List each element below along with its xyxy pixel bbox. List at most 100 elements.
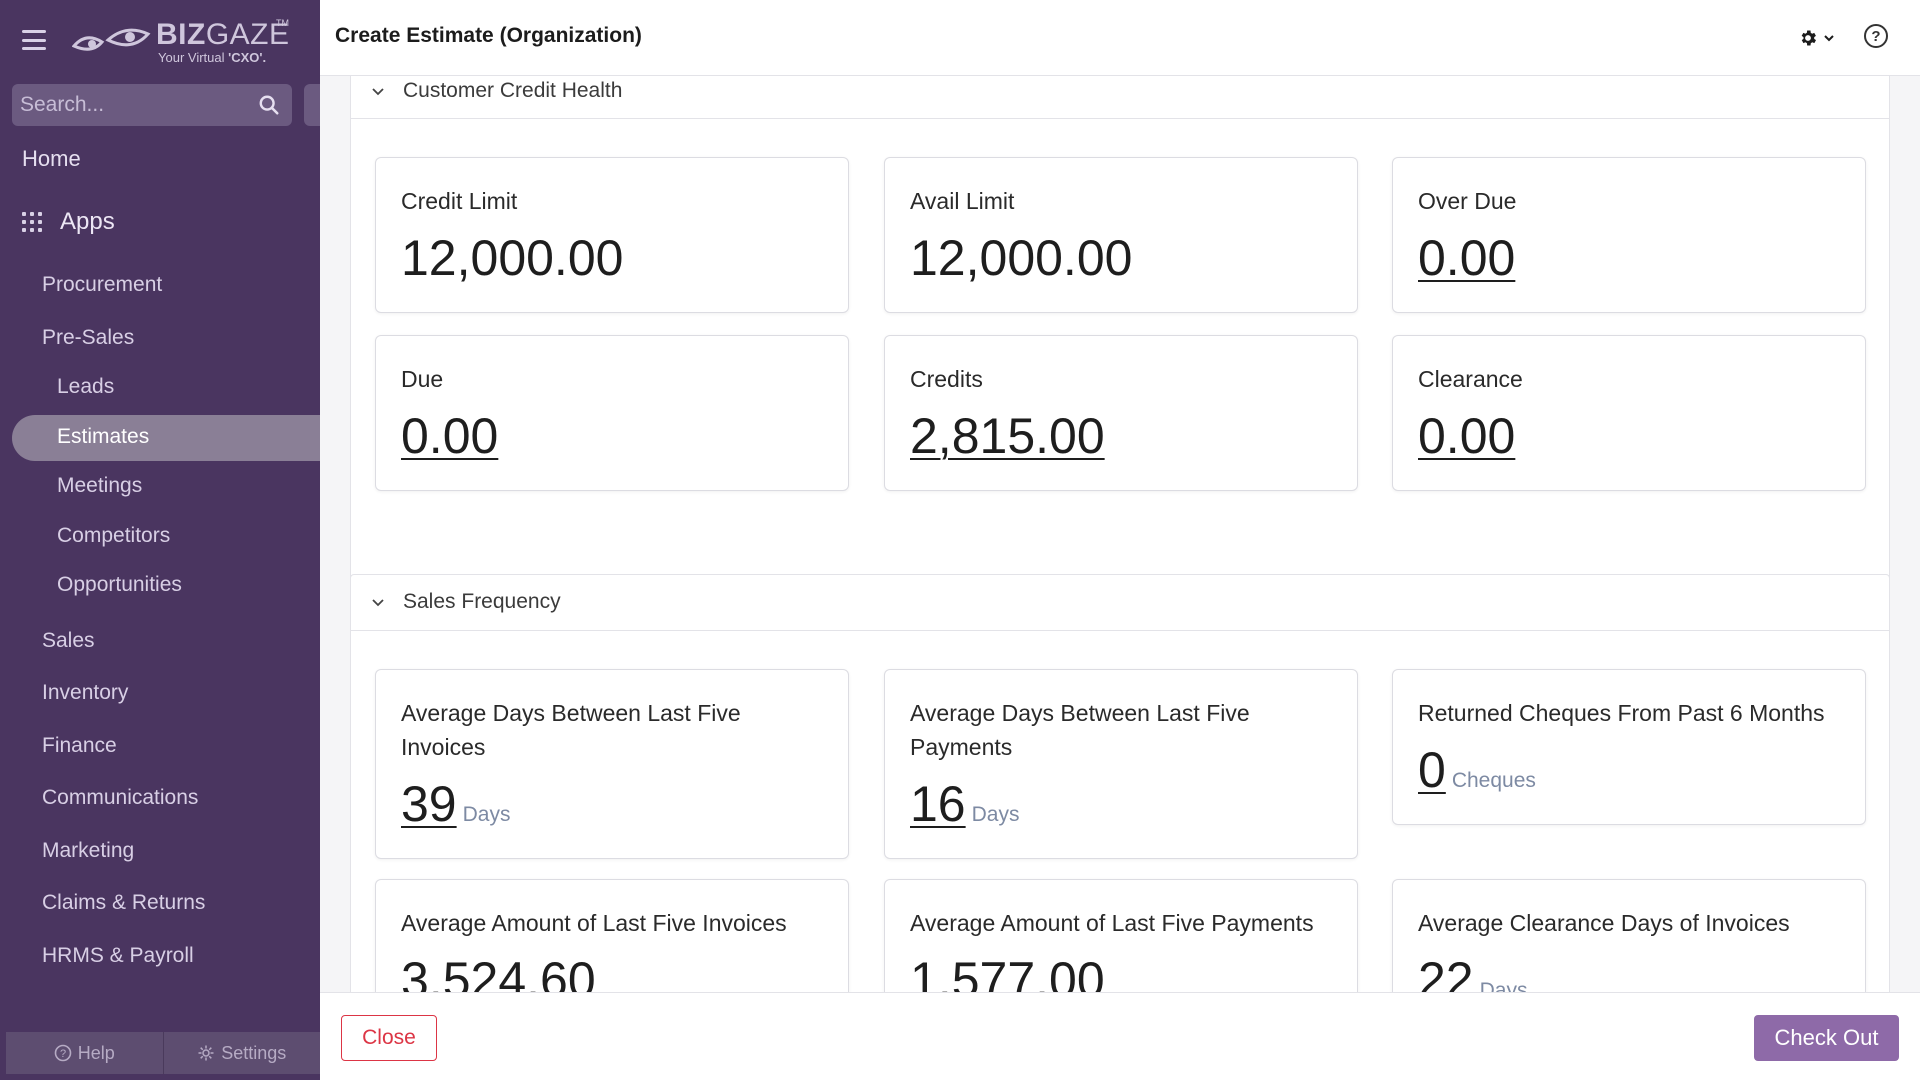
card-value-link[interactable]: 16 [910,776,966,832]
grid-icon [22,212,42,232]
help-label: Help [77,1042,115,1063]
sidebar-item-leads[interactable]: Leads [57,375,114,399]
card-value: 12,000.00 [401,230,624,286]
sidebar-item-pre-sales[interactable]: Pre-Sales [42,326,134,350]
card-value-row: 16 Days [910,776,1019,843]
settings-label: Settings [221,1042,287,1063]
logo-text: BIZGAZE [156,18,290,51]
sidebar-item-meetings[interactable]: Meetings [57,474,142,498]
apps-label: Apps [60,208,115,235]
gear-icon [1801,30,1816,46]
card-value-link[interactable]: 39 [401,776,457,832]
hamburger-icon[interactable] [22,30,46,50]
sidebar-header: BIZGAZE TM Your Virtual 'CXO'. [0,0,320,80]
card-label: Average Amount of Last Five Payments [910,910,1314,936]
card-value: 3,524.60 [401,952,596,992]
card-label: Due [401,366,444,392]
card-label: Avail Limit [910,188,1015,214]
card-label: Over Due [1418,188,1517,214]
card-value-row: 39 Days [401,776,510,843]
returned-cheques-card: Returned Cheques From Past 6 Months 0 Che… [1392,669,1866,825]
sidebar-item-estimates[interactable]: Estimates [57,425,149,449]
sidebar-item-apps[interactable]: Apps [22,208,115,236]
action-footer: Close Check Out [320,992,1920,1080]
card-unit: Cheques [1451,769,1536,792]
main-area: Create Estimate (Organization) ? Custome… [320,0,1920,1080]
sidebar-item-marketing[interactable]: Marketing [42,839,134,863]
sidebar-item-inventory[interactable]: Inventory [42,681,128,705]
card-value: 12,000.00 [910,230,1133,286]
help-icon: ? [54,1044,72,1062]
over-due-card: Over Due 0.00 [1392,157,1866,313]
credit-health-title: Customer Credit Health [403,79,623,102]
card-label: Returned Cheques From Past 6 Months [1418,700,1825,726]
card-unit: Days [462,803,511,826]
sidebar-item-opportunities[interactable]: Opportunities [57,573,182,597]
sidebar-item-procurement[interactable]: Procurement [42,273,162,297]
page-title: Create Estimate (Organization) [335,24,642,47]
card-label: Average Days Between Last Five Payments [910,700,1250,760]
card-value-link[interactable]: 2,815.00 [910,408,1105,464]
credit-health-header[interactable]: Customer Credit Health [351,76,1889,119]
card-value-link[interactable]: 0 [1418,742,1446,798]
card-value: 1,577.00 [910,952,1105,992]
card-unit: Days [971,803,1020,826]
chevron-down-icon [372,599,384,607]
avg-days-invoices-card: Average Days Between Last Five Invoices … [375,669,849,859]
card-value-link[interactable]: 0.00 [1418,408,1515,464]
sidebar-item-sales[interactable]: Sales [42,629,95,653]
avg-amount-payments-card: Average Amount of Last Five Payments 1,5… [884,879,1358,992]
sales-frequency-title: Sales Frequency [403,590,561,613]
card-label: Clearance [1418,366,1523,392]
sidebar-item-competitors[interactable]: Competitors [57,524,170,548]
card-value-link[interactable]: 0.00 [1418,230,1515,286]
logo-tagline: Your Virtual 'CXO'. [158,50,267,65]
question-circle-icon[interactable]: ? [1864,24,1888,48]
settings-gear-icon [198,1045,214,1061]
logo[interactable]: BIZGAZE TM Your Virtual 'CXO'. [72,16,292,68]
chevron-down-icon [372,88,384,96]
close-button[interactable]: Close [341,1015,437,1061]
avg-days-payments-card: Average Days Between Last Five Payments … [884,669,1358,859]
sidebar-footer: ? Help Settings [6,1032,320,1074]
search-input[interactable] [12,84,242,126]
sales-frequency-panel: Sales Frequency Average Days Between Las… [350,574,1890,992]
card-value: 22 [1418,952,1474,992]
page-header: Create Estimate (Organization) ? [320,0,1920,76]
clearance-card: Clearance 0.00 [1392,335,1866,491]
chevron-down-icon [1824,35,1834,42]
card-label: Credit Limit [401,188,518,214]
sidebar-search [12,84,292,126]
svg-text:?: ? [60,1048,66,1060]
card-label: Average Clearance Days of Invoices [1418,910,1790,936]
card-label: Average Amount of Last Five Invoices [401,910,787,936]
card-label: Credits [910,366,983,392]
search-side-button[interactable] [304,84,320,126]
sidebar-item-hrms-payroll[interactable]: HRMS & Payroll [42,944,194,968]
sidebar-item-home[interactable]: Home [22,146,81,172]
sidebar: BIZGAZE TM Your Virtual 'CXO'. Home Apps… [0,0,320,1080]
card-value-row: 22 Days [1418,952,1527,992]
settings-button[interactable]: Settings [162,1032,321,1074]
content-scroll-area[interactable]: Customer Credit Health Credit Limit 12,0… [320,76,1920,992]
settings-dropdown[interactable] [1798,26,1842,50]
credit-health-panel: Customer Credit Health Credit Limit 12,0… [350,76,1890,627]
avg-clearance-days-card: Average Clearance Days of Invoices 22 Day… [1392,879,1866,992]
credits-card: Credits 2,815.00 [884,335,1358,491]
sidebar-item-finance[interactable]: Finance [42,734,117,758]
due-card: Due 0.00 [375,335,849,491]
search-icon[interactable] [258,94,280,116]
card-value-row: 0 Cheques [1418,742,1536,809]
card-label: Average Days Between Last Five Invoices [401,700,741,760]
sidebar-item-communications[interactable]: Communications [42,786,198,810]
credit-limit-card: Credit Limit 12,000.00 [375,157,849,313]
sidebar-item-claims-returns[interactable]: Claims & Returns [42,891,205,915]
help-button[interactable]: ? Help [6,1032,163,1074]
avg-amount-invoices-card: Average Amount of Last Five Invoices 3,5… [375,879,849,992]
logo-eyes-icon [72,28,151,51]
avail-limit-card: Avail Limit 12,000.00 [884,157,1358,313]
card-value-link[interactable]: 0.00 [401,408,498,464]
check-out-button[interactable]: Check Out [1754,1015,1899,1061]
sales-frequency-header[interactable]: Sales Frequency [351,575,1889,631]
card-unit: Days [1479,979,1528,992]
